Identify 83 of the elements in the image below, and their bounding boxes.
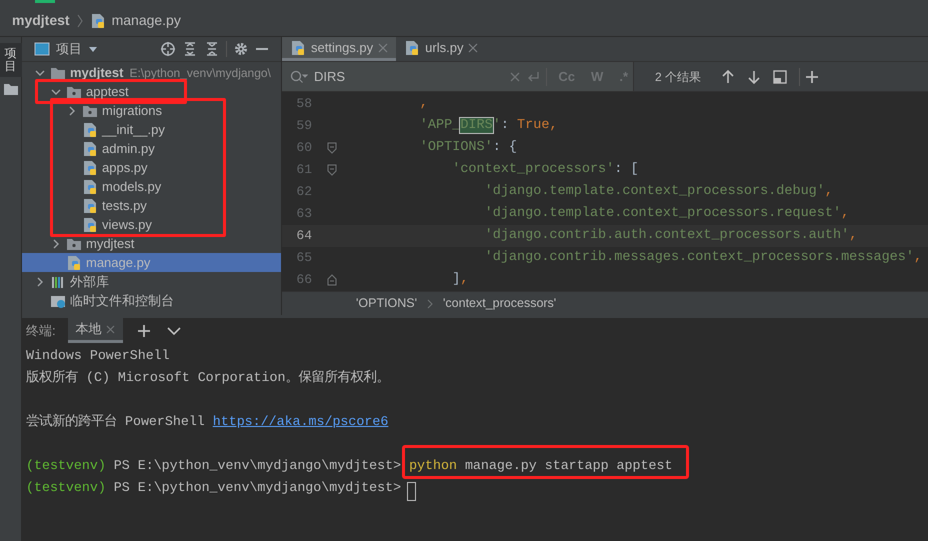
tree-item[interactable]: 外部库 (34, 272, 111, 291)
terminal-text: 版权所有 (C) Microsoft Corporation。保留所有权利。 (26, 369, 390, 388)
close-icon[interactable] (468, 42, 478, 52)
locate-icon[interactable] (160, 41, 176, 57)
python-file-icon (66, 254, 82, 270)
code-text: 'OPTIONS': { (418, 138, 518, 157)
code-text: 'APP_DIRS': True, (418, 116, 558, 135)
folder-path: E:\python_venv\mydjango\ (129, 64, 271, 82)
tree-item[interactable]: __init__.py (66, 120, 167, 139)
fold-marker-icon[interactable] (327, 142, 337, 154)
panel-title[interactable]: 项目 (56, 39, 82, 59)
expand-all-icon[interactable] (182, 41, 198, 57)
python-file-icon (82, 216, 98, 232)
dropdown-icon[interactable] (88, 45, 98, 53)
terminal-text: 尝试新的跨平台 PowerShell (26, 412, 206, 432)
tree-item[interactable]: mydjtest E:\python_venv\mydjango\ (34, 63, 273, 82)
code-text: 'django.contrib.messages.context_processors.messages', (484, 248, 922, 267)
terminal-link[interactable]: https://aka.ms/pscore6 (212, 412, 388, 432)
python-file-icon (290, 40, 306, 56)
previous-match-icon[interactable] (721, 70, 736, 84)
terminal-text: Windows PowerShell (26, 347, 170, 366)
chevron-down-icon[interactable] (166, 326, 181, 336)
line-number: 63 (295, 205, 312, 224)
tree-item[interactable]: 临时文件和控制台 (34, 291, 176, 310)
code-text: 'django.template.context_processors.debug', (484, 182, 833, 201)
close-icon[interactable] (106, 324, 115, 334)
code-text: 'django.template.context_processors.request', (484, 204, 850, 223)
terminal-label: 终端: (26, 322, 56, 340)
line-number: 60 (295, 139, 312, 158)
code-text: ], (451, 270, 468, 289)
python-file-icon (404, 40, 420, 56)
tree-item[interactable]: mydjtest (50, 234, 136, 253)
folder-icon (4, 83, 18, 96)
command-text: python (409, 457, 457, 476)
chevron-right-icon (76, 14, 84, 28)
code-text: , (418, 94, 428, 113)
tree-item[interactable]: models.py (66, 177, 164, 196)
line-number: 64 (295, 227, 312, 246)
breadcrumb-file[interactable]: manage.py (112, 10, 181, 31)
panel-icon (34, 42, 50, 56)
editor-tab[interactable]: urls.py (396, 37, 486, 61)
python-file-icon (82, 198, 98, 214)
tree-item[interactable]: apptest (50, 82, 131, 101)
terminal-tab[interactable]: 本地 (68, 318, 123, 343)
tree-item[interactable]: tests.py (66, 196, 149, 215)
tree-item[interactable]: migrations (66, 101, 164, 120)
add-icon[interactable] (806, 70, 818, 84)
editor-tab[interactable]: settings.py (282, 37, 396, 61)
python-file-icon (82, 160, 98, 176)
tree-item[interactable]: apps.py (66, 158, 150, 177)
fold-marker-icon[interactable] (327, 164, 337, 176)
chevron-right-icon (427, 298, 434, 308)
add-icon[interactable] (136, 324, 151, 338)
line-number: 58 (295, 95, 312, 114)
settings-icon[interactable] (233, 41, 249, 57)
python-file-icon (82, 140, 98, 156)
line-number: 59 (295, 117, 312, 136)
code-text: 'context_processors': [ (451, 160, 639, 179)
python-file-icon (90, 12, 106, 28)
breadcrumb-item[interactable]: 'context_processors' (443, 294, 556, 313)
venv-name: (testvenv) (26, 457, 106, 476)
next-match-icon[interactable] (747, 70, 762, 84)
prompt-text: PS E:\python_venv\mydjango\mydjtest> (114, 457, 402, 476)
collapse-all-icon[interactable] (204, 41, 220, 57)
search-icon (290, 70, 308, 84)
tree-item[interactable]: views.py (66, 215, 154, 234)
python-file-icon (82, 178, 98, 194)
breadcrumb-project[interactable]: mydjtest (12, 10, 70, 31)
venv-name: (testvenv) (26, 479, 106, 498)
window-accent-mark (35, 0, 55, 3)
search-result-count: 2 个结果 (655, 68, 702, 86)
line-number: 62 (295, 183, 312, 202)
command-text: manage.py startapp apptest (464, 457, 672, 476)
line-number: 66 (295, 271, 312, 290)
prompt-text: PS E:\python_venv\mydjango\mydjtest> (114, 479, 402, 498)
line-number: 65 (295, 249, 312, 268)
python-file-icon (82, 122, 98, 138)
line-number: 61 (295, 161, 312, 180)
breadcrumb-item[interactable]: 'OPTIONS' (356, 294, 418, 313)
window-icon[interactable] (773, 70, 788, 84)
fold-marker-icon[interactable] (327, 274, 337, 286)
tree-item[interactable]: admin.py (66, 139, 157, 158)
code-text: 'django.contrib.auth.context_processors.auth', (484, 226, 858, 245)
